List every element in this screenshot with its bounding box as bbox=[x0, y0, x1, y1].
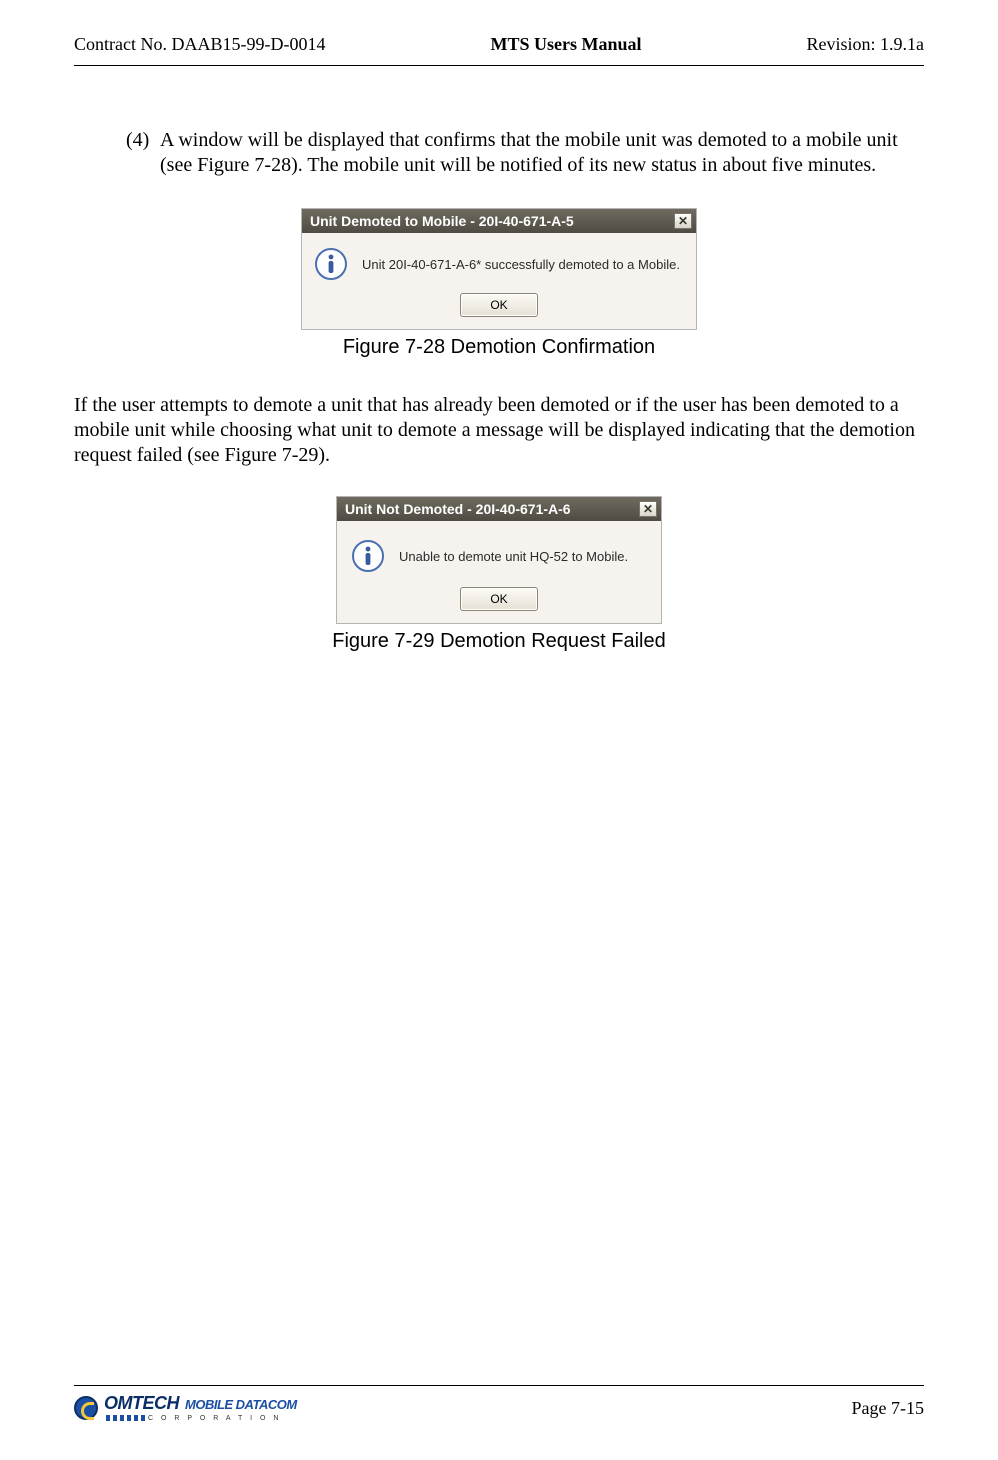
dialog-title-text: Unit Not Demoted - 20I-40-671-A-6 bbox=[345, 501, 639, 517]
step-text: A window will be displayed that confirms… bbox=[160, 128, 922, 178]
dialog-title-text: Unit Demoted to Mobile - 20I-40-671-A-5 bbox=[310, 213, 674, 229]
ok-button[interactable]: OK bbox=[460, 587, 538, 611]
close-icon: ✕ bbox=[643, 503, 653, 515]
company-logo: OMTECH MOBILE DATACOM C O R P O R A T I … bbox=[74, 1394, 297, 1422]
step-marker: (4) bbox=[126, 128, 160, 153]
demotion-failed-dialog: Unit Not Demoted - 20I-40-671-A-6 ✕ Unab… bbox=[336, 496, 662, 624]
demotion-confirm-dialog: Unit Demoted to Mobile - 20I-40-671-A-5 … bbox=[301, 208, 697, 330]
revision: Revision: 1.9.1a bbox=[806, 34, 924, 55]
footer-rule bbox=[74, 1385, 924, 1386]
logo-corp-text: C O R P O R A T I O N bbox=[148, 1415, 281, 1422]
close-button[interactable]: ✕ bbox=[674, 213, 692, 229]
close-button[interactable]: ✕ bbox=[639, 501, 657, 517]
dialog-message: Unable to demote unit HQ-52 to Mobile. bbox=[399, 549, 628, 564]
contract-number: Contract No. DAAB15-99-D-0014 bbox=[74, 34, 325, 55]
close-icon: ✕ bbox=[678, 215, 688, 227]
logo-text-sub: MOBILE DATACOM bbox=[185, 1397, 297, 1412]
ok-button[interactable]: OK bbox=[460, 293, 538, 317]
figure-caption-b: Figure 7-29 Demotion Request Failed bbox=[74, 630, 924, 653]
logo-emblem-icon bbox=[74, 1396, 98, 1420]
dialog-titlebar: Unit Not Demoted - 20I-40-671-A-6 ✕ bbox=[337, 497, 661, 521]
info-icon bbox=[314, 247, 348, 281]
info-icon bbox=[351, 539, 385, 573]
logo-stripes-icon bbox=[106, 1415, 146, 1421]
figure-caption-a: Figure 7-28 Demotion Confirmation bbox=[74, 336, 924, 359]
dialog-titlebar: Unit Demoted to Mobile - 20I-40-671-A-5 … bbox=[302, 209, 696, 233]
dialog-message: Unit 20I-40-671-A-6* successfully demote… bbox=[362, 257, 680, 272]
logo-text-main: OMTECH bbox=[104, 1393, 179, 1413]
mid-paragraph: If the user attempts to demote a unit th… bbox=[74, 393, 924, 468]
page-number: Page 7-15 bbox=[852, 1398, 924, 1419]
doc-title: MTS Users Manual bbox=[490, 34, 641, 55]
